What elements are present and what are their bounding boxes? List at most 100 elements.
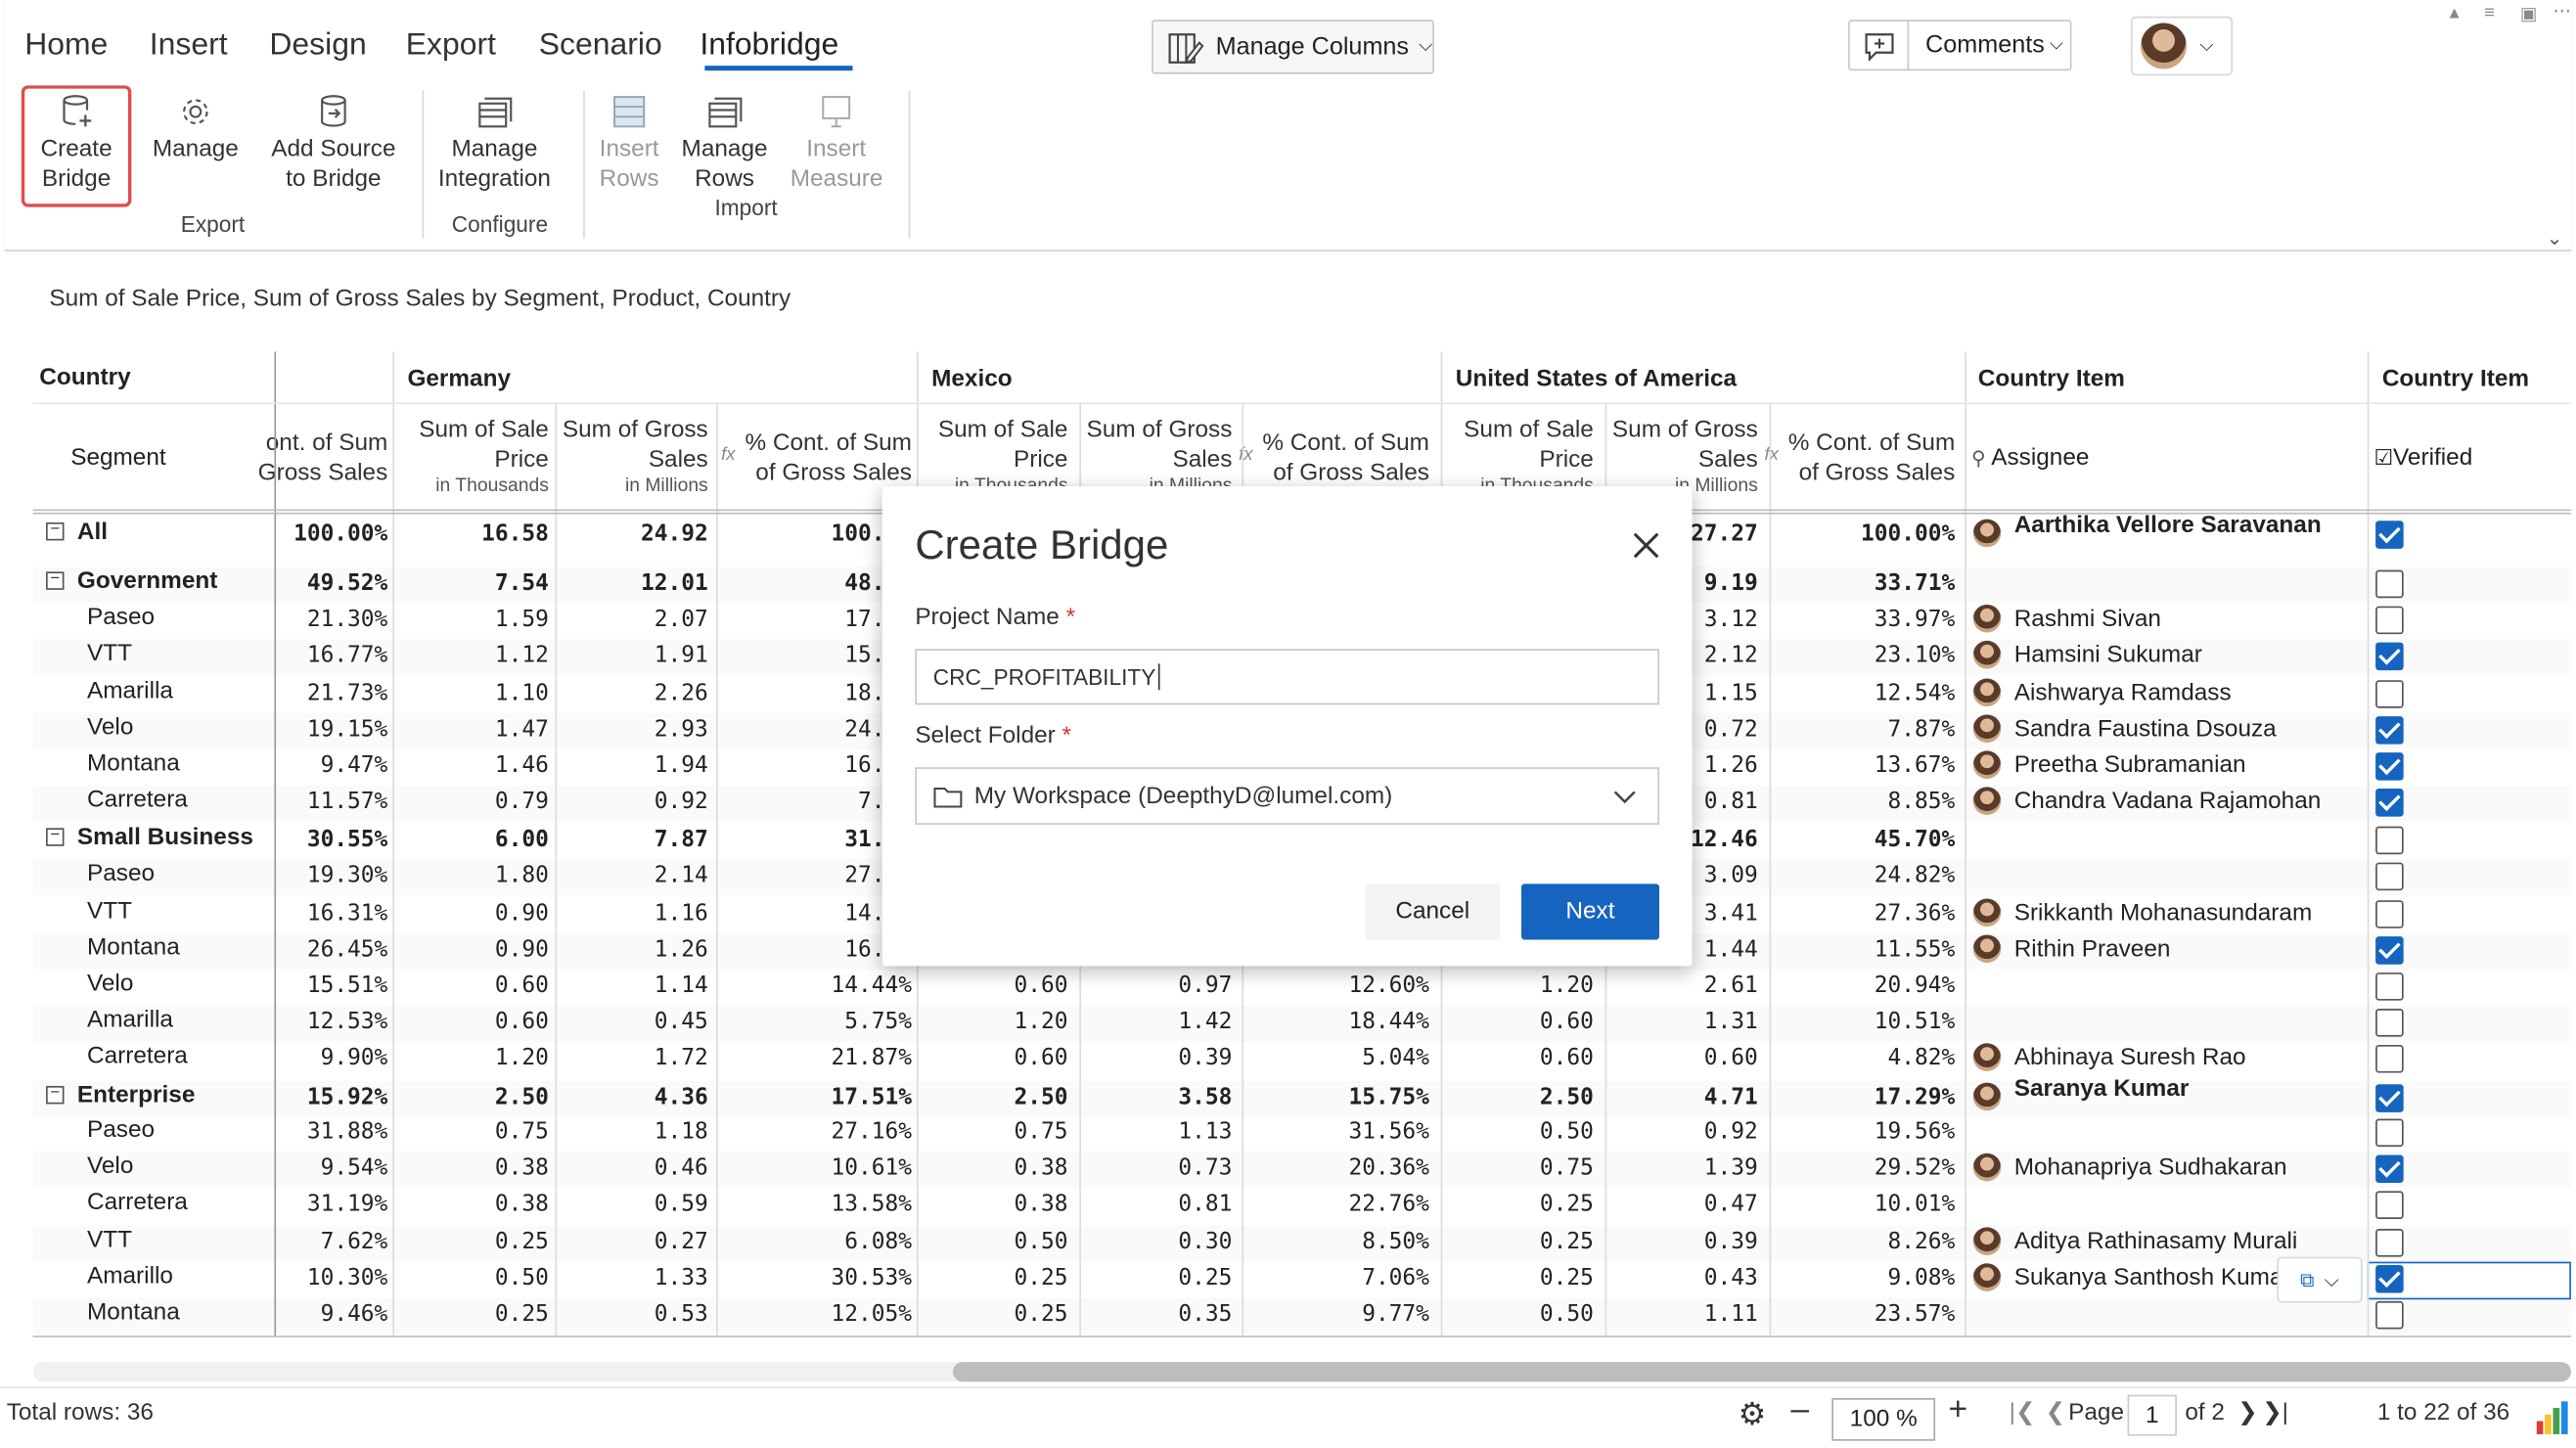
table-cell[interactable]: 31.56% [1348,1119,1428,1146]
table-cell[interactable]: 31.19% [307,1191,387,1217]
table-cell[interactable]: 12.60% [1348,973,1428,999]
table-cell[interactable]: 12.54% [1875,680,1955,706]
table-cell[interactable]: 0.60 [1014,973,1067,999]
action-popup[interactable]: ⧉ ⌵ [2277,1256,2363,1303]
table-cell[interactable]: 10.30% [307,1265,387,1291]
table-cell[interactable]: 8.85% [1888,789,1956,815]
table-cell[interactable]: 18.44% [1348,1009,1428,1035]
table-cell[interactable]: 0.39 [1178,1045,1232,1071]
tab-scenario[interactable]: Scenario [539,28,662,65]
table-cell[interactable]: 1.47 [495,716,549,743]
table-cell[interactable]: 7.62% [321,1229,388,1255]
table-cell[interactable]: 29.52% [1875,1154,1955,1181]
table-cell[interactable]: 1.39 [1704,1154,1758,1181]
verified-checkbox[interactable] [2375,569,2404,599]
prev-page-icon[interactable]: ❮ [2046,1400,2065,1426]
verified-checkbox[interactable] [2375,1009,2404,1037]
row-label[interactable]: Small Business [77,825,253,851]
comments-button[interactable]: Comments ⌵ [1848,20,2072,71]
table-cell[interactable]: 4.71 [1704,1084,1758,1110]
verified-checkbox[interactable] [2375,1229,2404,1257]
row-label[interactable]: VTT [87,641,132,667]
table-cell[interactable]: 0.38 [1014,1191,1067,1217]
table-cell[interactable]: 17.51% [831,1084,911,1110]
table-cell[interactable]: 0.38 [1014,1154,1067,1181]
table-cell[interactable]: 9.54% [321,1154,388,1181]
table-cell[interactable]: 0.50 [1540,1301,1594,1328]
table-cell[interactable]: 2.12 [1704,643,1758,669]
table-cell[interactable]: 1.31 [1704,1009,1758,1035]
table-cell[interactable]: 2.61 [1704,973,1758,999]
assignee-name[interactable]: Abhinaya Suresh Rao [2014,1045,2246,1071]
next-button[interactable]: Next [1520,883,1660,940]
assignee-name[interactable]: Aditya Rathinasamy Murali [2014,1229,2298,1255]
table-cell[interactable]: 19.15% [307,716,387,743]
table-cell[interactable]: 21.73% [307,680,387,706]
table-cell[interactable]: 2.93 [655,716,708,743]
table-cell[interactable]: 1.91 [655,643,708,669]
table-cell[interactable]: 16.58 [481,520,549,547]
verified-checkbox[interactable] [2375,900,2404,928]
table-cell[interactable]: 27.36% [1875,900,1955,927]
table-cell[interactable]: 11.55% [1875,936,1955,963]
table-cell[interactable]: 7.87% [1888,716,1956,743]
table-cell[interactable]: 2.50 [1540,1084,1594,1110]
tab-design[interactable]: Design [269,28,366,65]
table-cell[interactable]: 0.46 [655,1154,708,1181]
table-cell[interactable]: 0.50 [1014,1229,1067,1255]
table-cell[interactable]: 0.60 [1014,1045,1067,1071]
table-cell[interactable]: 3.41 [1704,900,1758,927]
verified-checkbox[interactable] [2375,642,2404,671]
table-cell[interactable]: 0.45 [655,1009,708,1035]
row-label[interactable]: Carretera [87,787,188,813]
assignee-name[interactable]: Rashmi Sivan [2014,607,2161,633]
table-cell[interactable]: 30.55% [307,827,387,853]
table-cell[interactable]: 0.60 [495,973,549,999]
table-cell[interactable]: 15.51% [307,973,387,999]
assignee-name[interactable]: Aishwarya Ramdass [2014,680,2232,706]
table-cell[interactable]: 0.60 [495,1009,549,1035]
insert-measure-button[interactable]: Insert Measure [791,94,882,194]
table-cell[interactable]: 7.87 [655,827,708,853]
row-label[interactable]: Amarilla [87,1007,173,1033]
table-cell[interactable]: 0.75 [495,1119,549,1146]
table-cell[interactable]: 5.75% [844,1009,912,1035]
filter-icon[interactable]: ≡ [2484,3,2495,23]
first-page-icon[interactable]: |❮ [2010,1400,2036,1426]
table-cell[interactable]: 0.60 [1704,1045,1758,1071]
assignee-name[interactable]: Rithin Praveen [2014,936,2171,963]
last-page-icon[interactable]: ❯| [2262,1400,2288,1426]
row-label[interactable]: VTT [87,1227,132,1253]
column-header[interactable]: % Cont. of Sum of Gross Sales [1766,429,1956,487]
table-cell[interactable]: 1.94 [655,752,708,779]
row-label[interactable]: All [77,520,108,546]
assignee-name[interactable]: Preetha Subramanian [2014,752,2246,779]
row-label[interactable]: Paseo [87,861,155,887]
table-cell[interactable]: 20.36% [1348,1154,1428,1181]
verified-checkbox[interactable] [2375,1154,2404,1184]
assignee-header[interactable]: ⚲ Assignee [1971,445,2089,472]
table-cell[interactable]: 1.13 [1178,1119,1232,1146]
table-cell[interactable]: 2.50 [495,1084,549,1110]
row-label[interactable]: Carretera [87,1043,188,1069]
row-label[interactable]: Velo [87,1154,133,1180]
table-cell[interactable]: 1.26 [1704,752,1758,779]
collapse-toggle-icon[interactable]: − [46,1085,65,1105]
table-cell[interactable]: 17.29% [1875,1084,1955,1110]
table-cell[interactable]: 0.50 [495,1265,549,1291]
table-cell[interactable]: 0.73 [1178,1154,1232,1181]
table-cell[interactable]: 0.60 [1540,1045,1594,1071]
table-cell[interactable]: 9.90% [321,1045,388,1071]
table-cell[interactable]: 1.16 [655,900,708,927]
table-cell[interactable]: 45.70% [1875,827,1955,853]
table-cell[interactable]: 3.12 [1704,607,1758,633]
row-label[interactable]: Montana [87,750,180,777]
table-cell[interactable]: 7.54 [495,570,549,597]
table-cell[interactable]: 33.97% [1875,607,1955,633]
table-cell[interactable]: 0.25 [1540,1229,1594,1255]
assignee-name[interactable]: Aarthika Vellore Saravanan [2014,513,2322,539]
table-cell[interactable]: 1.33 [655,1265,708,1291]
table-cell[interactable]: 23.57% [1875,1301,1955,1328]
table-cell[interactable]: 1.59 [495,607,549,633]
verified-checkbox[interactable] [2375,1191,2404,1219]
